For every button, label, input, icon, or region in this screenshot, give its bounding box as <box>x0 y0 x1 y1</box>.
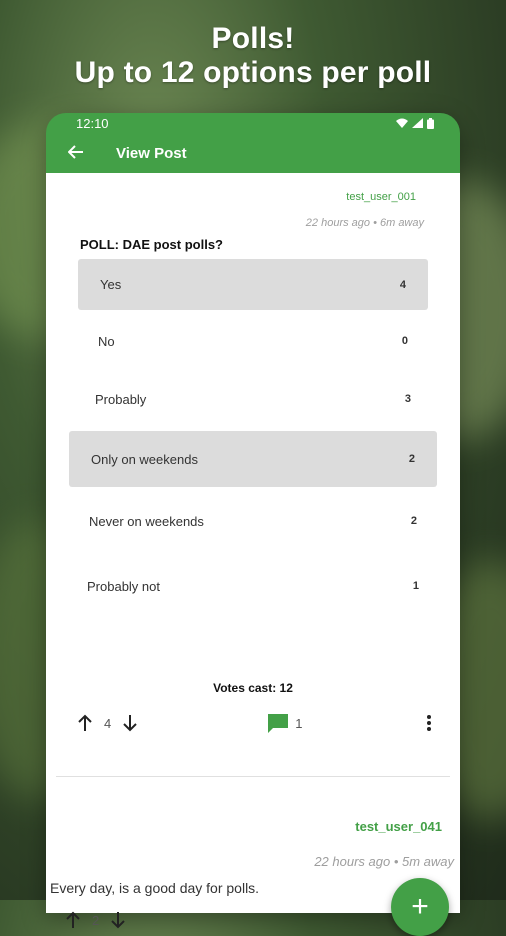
poll-option-label: Only on weekends <box>91 451 198 467</box>
poll-option[interactable]: Yes 4 <box>78 259 428 310</box>
post-actions: 4 1 <box>74 708 432 738</box>
status-icons <box>396 117 434 129</box>
downvote-arrow-icon[interactable] <box>107 909 129 931</box>
upvote-arrow-icon[interactable] <box>74 712 96 734</box>
post-score: 4 <box>104 715 112 731</box>
promo-headline: Polls! Up to 12 options per poll <box>0 22 506 90</box>
comments-button[interactable]: 1 <box>267 713 302 733</box>
status-bar: 12:10 <box>46 113 460 133</box>
poll-option-count: 2 <box>410 515 417 527</box>
downvote-arrow-icon[interactable] <box>119 712 141 734</box>
poll-option-count: 3 <box>404 393 411 405</box>
post-username[interactable]: test_user_001 <box>346 191 416 203</box>
poll-title: POLL: DAE post polls? <box>80 237 223 252</box>
comment-bubble-icon <box>268 714 289 733</box>
post-content: test_user_001 22 hours ago • 6m away POL… <box>46 173 460 936</box>
poll-option[interactable]: Probably 3 <box>73 373 433 425</box>
comment-timestamp: 22 hours ago • 5m away <box>314 854 454 869</box>
poll-option-label: No <box>98 333 115 349</box>
page-title: View Post <box>116 144 187 162</box>
poll-option[interactable]: Probably not 1 <box>65 558 441 614</box>
comment-score: 2 <box>92 912 100 928</box>
comment-body: Every day, is a good day for polls. <box>50 880 260 896</box>
more-vert-icon[interactable] <box>426 714 432 732</box>
app-bar: View Post <box>46 133 460 173</box>
poll-option[interactable]: Only on weekends 2 <box>69 431 437 487</box>
comment-count: 1 <box>295 715 303 731</box>
divider <box>56 776 450 777</box>
poll-option[interactable]: Never on weekends 2 <box>67 493 439 549</box>
post-timestamp: 22 hours ago • 6m away <box>305 217 424 229</box>
poll-option-count: 1 <box>412 580 419 592</box>
poll-option-label: Never on weekends <box>89 513 204 529</box>
poll-option-count: 4 <box>399 278 406 291</box>
add-fab-button[interactable]: + <box>391 878 449 936</box>
poll-option[interactable]: No 0 <box>76 315 430 367</box>
poll-option-label: Probably not <box>87 578 160 594</box>
signal-icon <box>412 118 423 128</box>
wifi-icon <box>396 118 408 128</box>
status-time: 12:10 <box>76 115 109 131</box>
upvote-arrow-icon[interactable] <box>62 909 84 931</box>
headline-line-2: Up to 12 options per poll <box>74 56 432 89</box>
poll-option-count: 0 <box>401 335 408 347</box>
poll-option-label: Probably <box>95 391 147 407</box>
comment-username[interactable]: test_user_041 <box>355 819 442 834</box>
votes-cast: Votes cast: 12 <box>213 681 293 695</box>
headline-line-1: Polls! <box>211 22 295 55</box>
poll-option-label: Yes <box>100 277 122 292</box>
comment-actions: 2 <box>62 909 129 931</box>
arrow-left-icon[interactable] <box>67 142 98 165</box>
phone-frame: 12:10 View Post test_user_001 22 hours a… <box>46 113 460 936</box>
poll-option-count: 2 <box>408 453 415 465</box>
battery-icon <box>427 117 434 129</box>
